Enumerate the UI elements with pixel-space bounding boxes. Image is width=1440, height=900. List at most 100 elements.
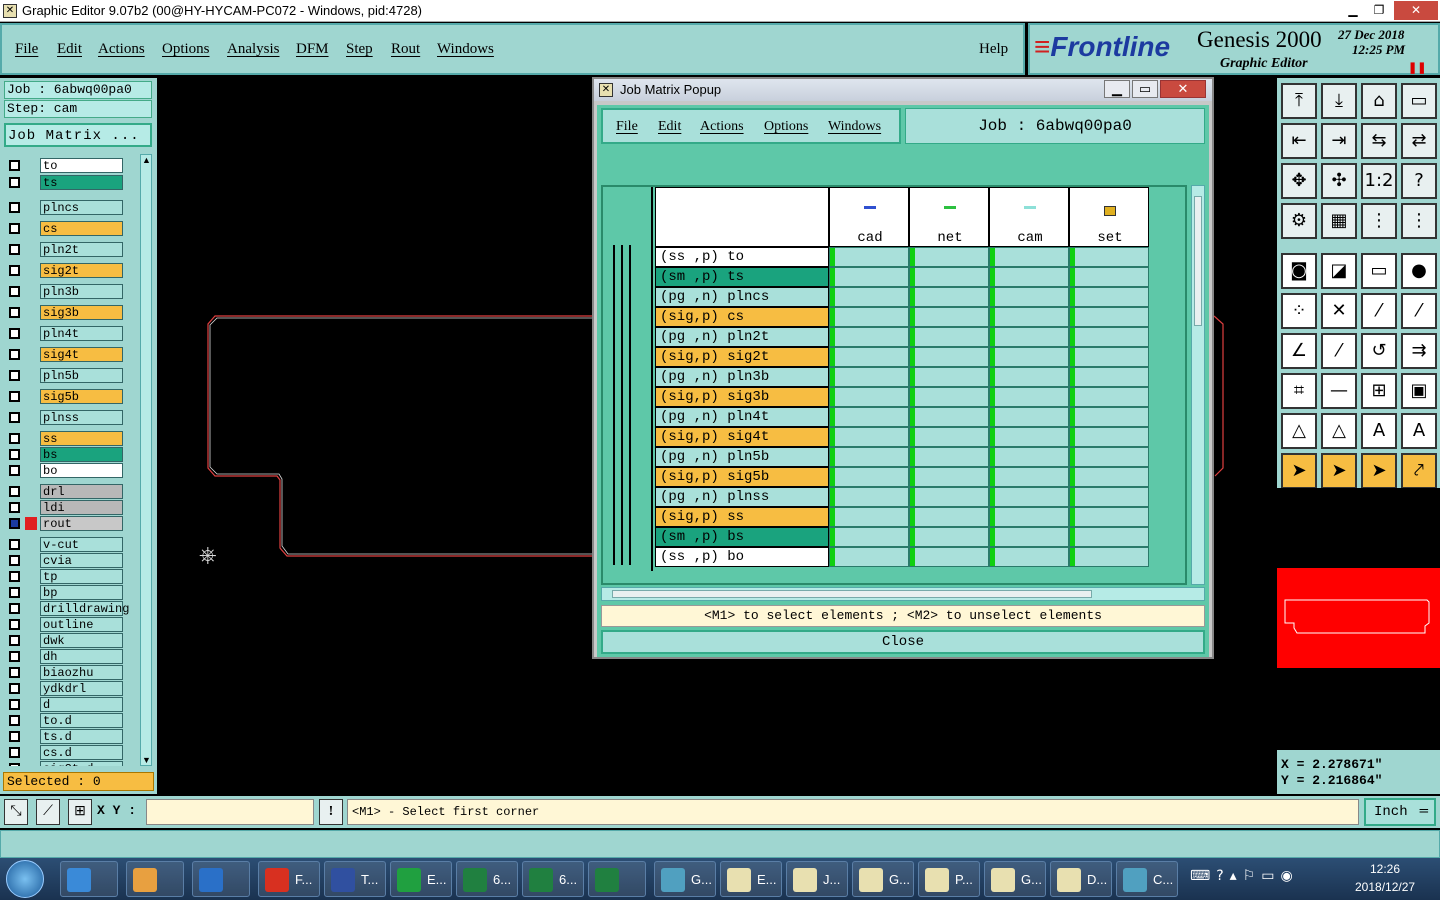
matrix-layer-label[interactable]: (sm ,p) ts <box>655 267 829 287</box>
menu-actions[interactable]: Actions <box>98 41 145 58</box>
matrix-cell[interactable] <box>829 407 909 427</box>
measure-icon[interactable]: ⊞ <box>1361 373 1397 409</box>
center-icon[interactable]: ✣ <box>1321 163 1357 199</box>
layer-checkbox[interactable] <box>9 465 20 476</box>
layer-row[interactable]: drl <box>6 484 124 499</box>
connect-icon[interactable]: ⁘ <box>1281 293 1317 329</box>
matrix-cell[interactable] <box>1069 287 1149 307</box>
zoom-home-icon[interactable]: ⤒ <box>1281 83 1317 119</box>
matrix-cell[interactable] <box>1069 487 1149 507</box>
line-icon[interactable]: ⁄ <box>1321 333 1357 369</box>
ruler-icon[interactable]: ▭ <box>1361 253 1397 289</box>
menu-help[interactable]: Help <box>979 41 1008 58</box>
minimize-icon[interactable]: ▁ <box>1340 1 1366 20</box>
matrix-vscroll-thumb[interactable] <box>1194 196 1202 326</box>
alert-icon[interactable]: ! <box>319 799 343 825</box>
matrix-cell[interactable] <box>909 367 989 387</box>
taskbar-app[interactable]: P... <box>918 861 980 897</box>
layer-checkbox[interactable] <box>9 502 20 513</box>
layer-row[interactable]: pln5b <box>6 368 124 383</box>
layer-row[interactable]: cs <box>6 221 124 236</box>
matrix-cell[interactable] <box>1069 527 1149 547</box>
matrix-cell[interactable] <box>1069 347 1149 367</box>
matrix-cell[interactable] <box>829 507 909 527</box>
matrix-column-header[interactable]: net <box>909 187 989 247</box>
matrix-cell[interactable] <box>1069 267 1149 287</box>
layer-row[interactable]: ts.d <box>6 729 124 744</box>
layer-checkbox[interactable] <box>9 202 20 213</box>
matrix-cell[interactable] <box>989 307 1069 327</box>
matrix-layer-label[interactable]: (ss ,p) to <box>655 247 829 267</box>
layer-row[interactable]: drilldrawing <box>6 601 129 616</box>
layer-checkbox[interactable] <box>9 651 20 662</box>
matrix-cell[interactable] <box>989 367 1069 387</box>
matrix-cell[interactable] <box>989 547 1069 567</box>
matrix-cell[interactable] <box>829 307 909 327</box>
taskbar-app[interactable] <box>588 861 646 897</box>
arrow-up-icon[interactable]: △ <box>1321 413 1357 449</box>
matrix-cell[interactable] <box>909 407 989 427</box>
delete-icon[interactable]: ✕ <box>1321 293 1357 329</box>
matrix-cell[interactable] <box>1069 247 1149 267</box>
popup-minimize-icon[interactable]: ▁ <box>1104 80 1130 98</box>
matrix-cell[interactable] <box>1069 407 1149 427</box>
layer-row[interactable]: biaozhu <box>6 665 124 680</box>
layer-row[interactable]: sig3b <box>6 305 124 320</box>
layer-checkbox[interactable] <box>9 177 20 188</box>
select-circle-icon[interactable]: ➤ <box>1361 453 1397 489</box>
layer-row[interactable]: ldi <box>6 500 124 515</box>
matrix-cell[interactable] <box>909 307 989 327</box>
popup-menu-edit[interactable]: Edit <box>658 119 681 135</box>
popup-menu-options[interactable]: Options <box>764 119 808 135</box>
copy-icon[interactable]: ⁄ <box>1401 293 1437 329</box>
layer-checkbox[interactable] <box>9 518 20 529</box>
menu-windows[interactable]: Windows <box>437 41 494 58</box>
taskbar-app[interactable]: 6... <box>522 861 584 897</box>
layer-row[interactable]: cs.d <box>6 745 124 760</box>
matrix-cell[interactable] <box>909 347 989 367</box>
matrix-cell[interactable] <box>1069 447 1149 467</box>
pad-icon[interactable]: ● <box>1401 253 1437 289</box>
matrix-cell[interactable] <box>829 387 909 407</box>
select-icon[interactable]: ➤ <box>1281 453 1317 489</box>
close-window-icon[interactable]: ✕ <box>1394 1 1438 20</box>
layer-row[interactable]: sig2t <box>6 263 124 278</box>
matrix-cell[interactable] <box>989 407 1069 427</box>
grid-icon[interactable]: ▦ <box>1321 203 1357 239</box>
layer-checkbox[interactable] <box>9 328 20 339</box>
taskbar-app[interactable]: G... <box>654 861 716 897</box>
matrix-cell[interactable] <box>829 547 909 567</box>
popup-maximize-icon[interactable]: ▭ <box>1132 80 1158 98</box>
matrix-layer-label[interactable]: (sm ,p) bs <box>655 527 829 547</box>
popup-close-icon[interactable]: ✕ <box>1160 80 1206 98</box>
rotate-icon[interactable]: ↺ <box>1361 333 1397 369</box>
array-icon[interactable]: ▣ <box>1401 373 1437 409</box>
layer-row[interactable]: bp <box>6 585 124 600</box>
layer-checkbox[interactable] <box>9 449 20 460</box>
menu-edit[interactable]: Edit <box>57 41 82 58</box>
layer-checkbox[interactable] <box>9 731 20 742</box>
matrix-cell[interactable] <box>989 487 1069 507</box>
matrix-cell[interactable] <box>989 467 1069 487</box>
matrix-cell[interactable] <box>829 487 909 507</box>
layer-row[interactable]: tp <box>6 569 124 584</box>
layer-checkbox[interactable] <box>9 349 20 360</box>
matrix-cell[interactable] <box>989 267 1069 287</box>
taskbar-app[interactable] <box>126 861 184 897</box>
popup-menu-actions[interactable]: Actions <box>700 119 744 135</box>
matrix-cell[interactable] <box>909 427 989 447</box>
matrix-vscrollbar[interactable] <box>1191 185 1205 585</box>
layer-checkbox[interactable] <box>9 370 20 381</box>
node-icon[interactable]: ⌗ <box>1281 373 1317 409</box>
transform-icon[interactable]: ◪ <box>1321 253 1357 289</box>
matrix-column-header[interactable]: cam <box>989 187 1069 247</box>
taskbar-app[interactable]: G... <box>852 861 914 897</box>
menu-analysis[interactable]: Analysis <box>227 41 280 58</box>
layer-row[interactable]: v-cut <box>6 537 124 552</box>
layer-row[interactable]: sig4t <box>6 347 124 362</box>
layer-checkbox[interactable] <box>9 635 20 646</box>
pan-right-icon[interactable]: ⇥ <box>1321 123 1357 159</box>
flip-icon[interactable]: ⇉ <box>1401 333 1437 369</box>
matrix-layer-label[interactable]: (sig,p) sig4t <box>655 427 829 447</box>
layer-checkbox[interactable] <box>9 747 20 758</box>
